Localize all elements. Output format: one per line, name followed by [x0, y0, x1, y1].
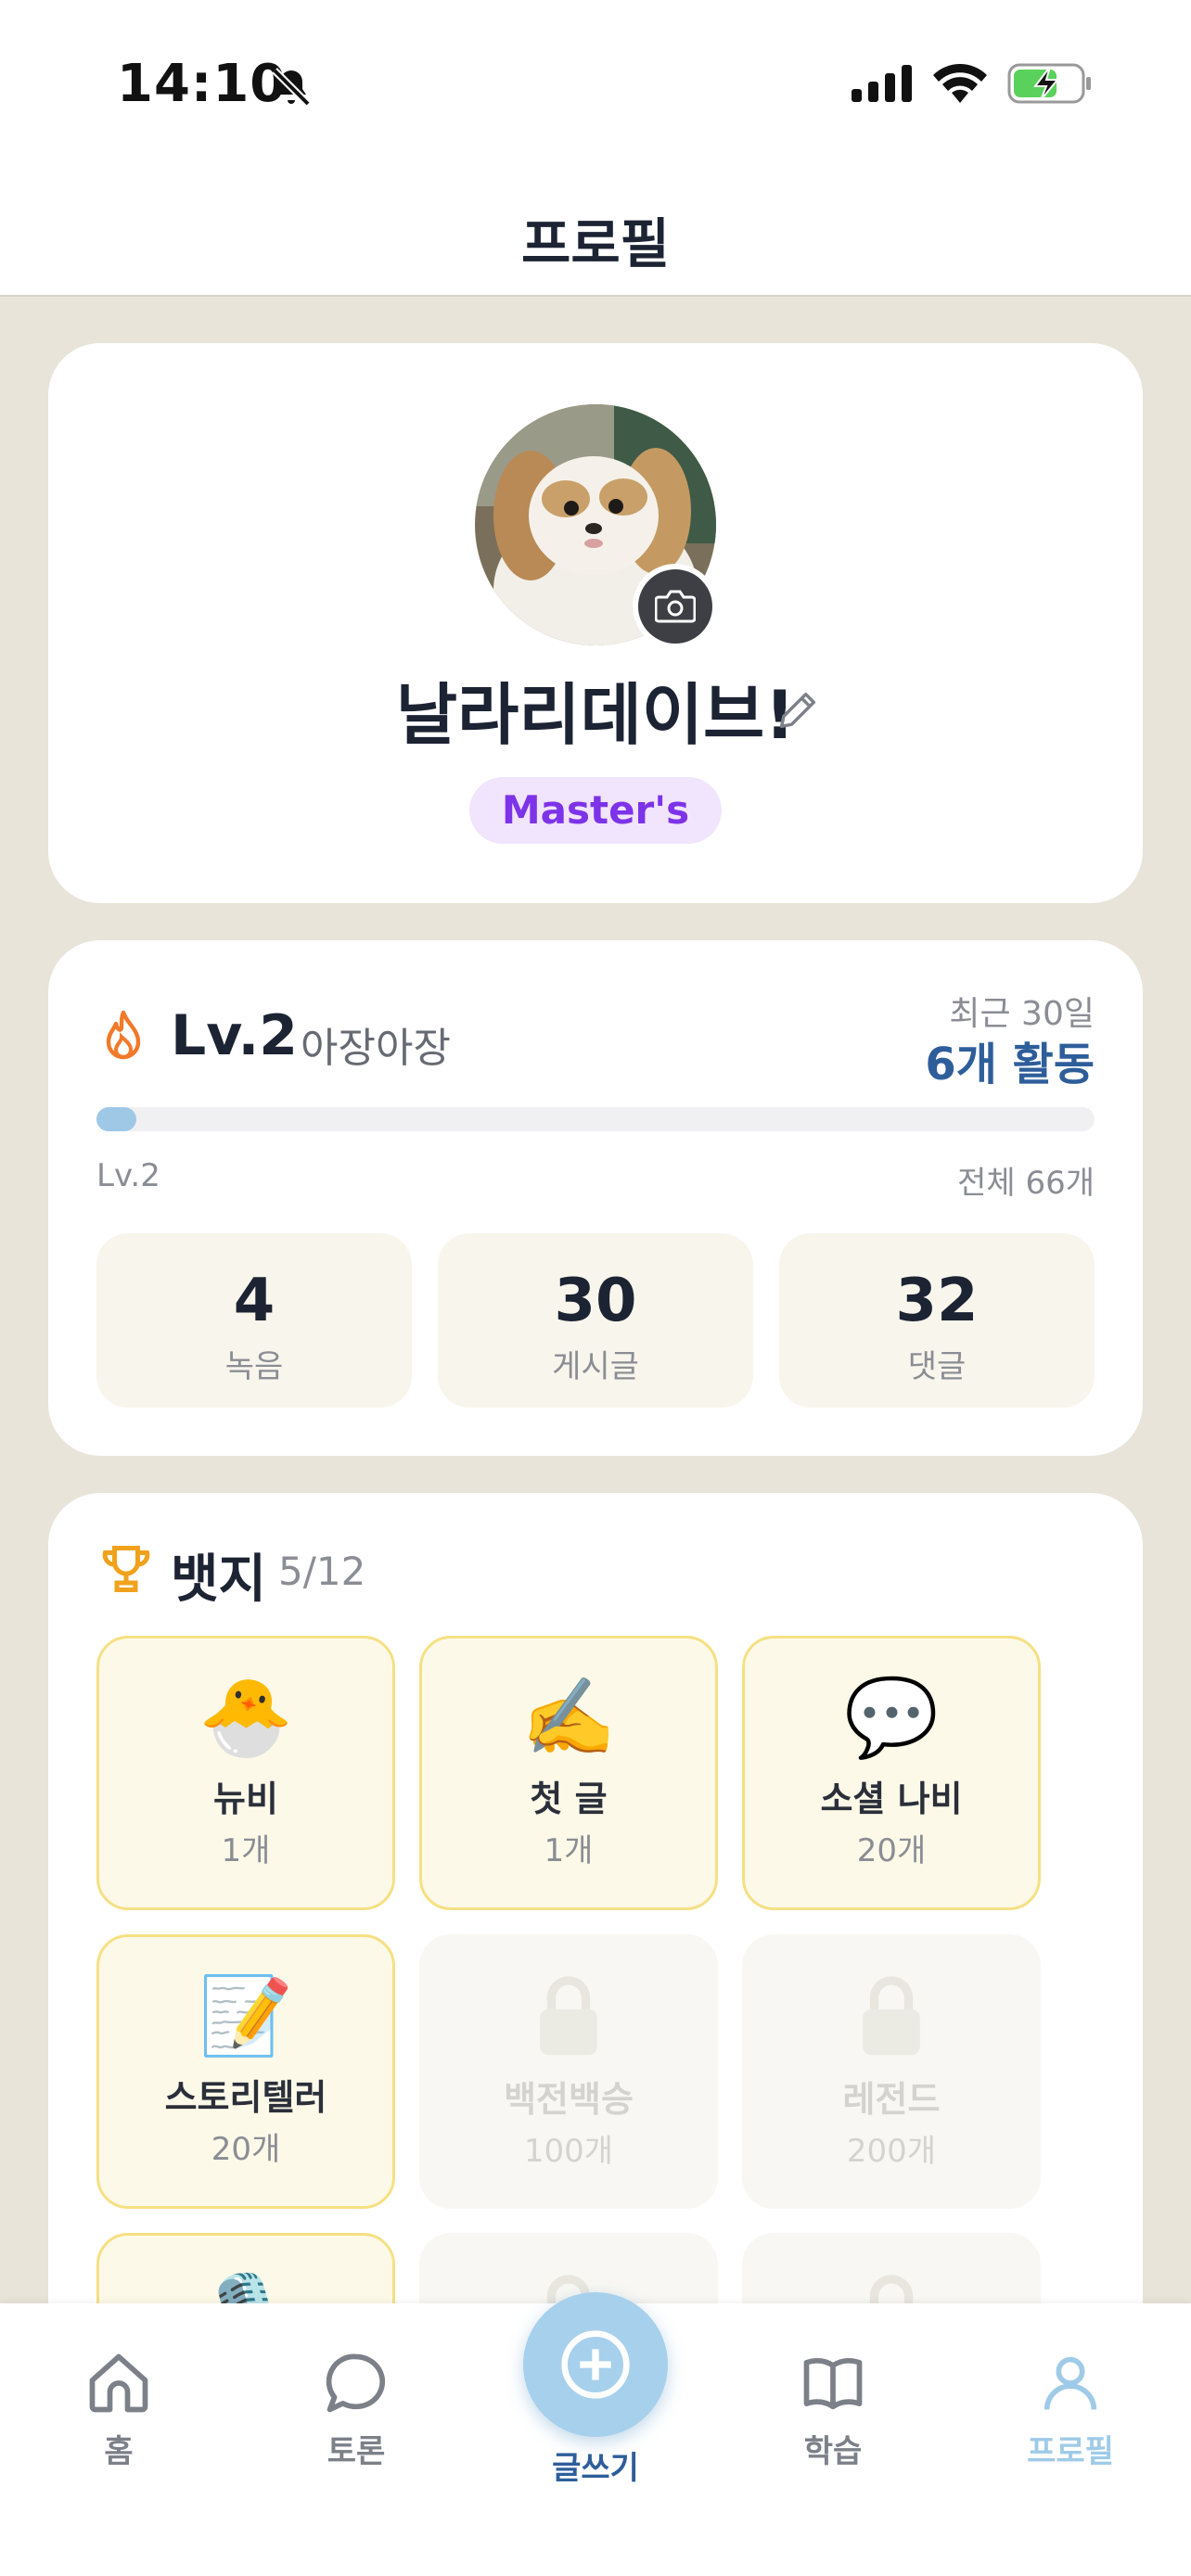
stat-label: 댓글: [907, 1348, 967, 1385]
camera-icon: [655, 590, 696, 623]
stat-value: 4: [233, 1267, 275, 1335]
total-activity: 전체 66개: [957, 1165, 1095, 1202]
badge-requirement: 200개: [846, 2133, 937, 2170]
stat-comments[interactable]: 32 댓글: [779, 1233, 1095, 1408]
badges-count: 5/12: [278, 1549, 366, 1594]
write-button[interactable]: [523, 2292, 668, 2437]
stat-value: 30: [554, 1267, 637, 1335]
change-photo-button[interactable]: [633, 564, 718, 649]
signal-icon: [852, 65, 912, 102]
tab-home[interactable]: 홈: [45, 2348, 193, 2471]
level-title: 아장아장: [301, 1025, 451, 1072]
edit-nickname-icon[interactable]: [774, 686, 822, 734]
tab-learn[interactable]: 학습: [759, 2348, 907, 2471]
badge-requirement: 1개: [221, 1832, 271, 1869]
badge-requirement: 100개: [523, 2133, 614, 2170]
stat-recordings[interactable]: 4 녹음: [96, 1233, 412, 1408]
tab-profile[interactable]: 프로필: [996, 2348, 1145, 2471]
wifi-icon: [933, 64, 987, 103]
lock-icon: [540, 1976, 597, 2056]
battery-charging-icon: [1007, 63, 1091, 104]
page-title: 프로필: [520, 212, 671, 275]
page-header: 프로필: [0, 176, 1191, 297]
badge-requirement: 1개: [544, 1832, 594, 1869]
profile-nickname: 날라리데이브!: [395, 676, 796, 754]
recent-activity-count: 6개 활동: [925, 1039, 1095, 1090]
tab-profile-label: 프로필: [1027, 2433, 1114, 2470]
badge-item[interactable]: 📝 스토리텔러 20개: [96, 1934, 395, 2209]
badge-requirement: 20개: [211, 2131, 281, 2168]
lock-icon: [863, 1976, 920, 2056]
badge-item[interactable]: 🐣 뉴비 1개: [96, 1636, 395, 1910]
tab-discuss-label: 토론: [327, 2433, 386, 2470]
status-time: 14:10: [117, 54, 288, 114]
badges-title: 뱃지: [171, 1549, 267, 1610]
level-progress-fill: [96, 1107, 137, 1131]
level-progress-bar: [96, 1107, 1095, 1131]
badge-name: 백전백승: [504, 2079, 634, 2120]
write-button-label: 글쓰기: [552, 2450, 639, 2487]
level-card: Lv.2 아장아장 최근 30일 6개 활동 Lv.2 전체 66개 4 녹음 …: [48, 940, 1143, 1456]
plus-circle-icon: [561, 2330, 630, 2399]
stat-value: 32: [895, 1267, 979, 1335]
badge-emoji: 📝: [198, 1972, 294, 2060]
badge-name: 소셜 나비: [820, 1779, 963, 1819]
role-badge: Master's: [469, 777, 722, 844]
badge-name: 레전드: [842, 2079, 941, 2120]
tab-discuss[interactable]: 토론: [282, 2348, 430, 2471]
badge-name: 첫 글: [530, 1779, 608, 1819]
flame-icon: [106, 1010, 141, 1060]
stat-posts[interactable]: 30 게시글: [438, 1233, 753, 1408]
level-caption: Lv.2: [96, 1157, 160, 1194]
profile-card: 날라리데이브! Master's: [48, 343, 1143, 903]
badge-item[interactable]: ✍️ 첫 글 1개: [419, 1636, 718, 1910]
home-icon: [89, 2353, 148, 2413]
tab-home-label: 홈: [104, 2433, 134, 2470]
badge-name: 뉴비: [213, 1779, 278, 1819]
level-label: Lv.2: [171, 1003, 298, 1068]
status-icons: [852, 63, 1093, 104]
trophy-icon: [102, 1546, 150, 1592]
bell-off-icon: [272, 68, 311, 107]
chat-bubble-icon: [326, 2353, 386, 2413]
tab-learn-label: 학습: [803, 2433, 863, 2470]
badge-requirement: 20개: [856, 1832, 927, 1869]
stat-label: 게시글: [552, 1348, 639, 1385]
badge-name: 스토리텔러: [164, 2077, 327, 2118]
badge-emoji: 🐣: [198, 1674, 294, 1762]
stat-label: 녹음: [224, 1348, 284, 1385]
badge-emoji: ✍️: [520, 1674, 617, 1762]
badge-item[interactable]: 레전드 200개: [742, 1934, 1041, 2209]
book-icon: [803, 2357, 863, 2410]
person-icon: [1044, 2356, 1097, 2410]
status-bar: 14:10: [0, 0, 1191, 176]
badge-item[interactable]: 💬 소셜 나비 20개: [742, 1636, 1041, 1910]
badge-emoji: 💬: [843, 1674, 940, 1762]
badge-item[interactable]: 백전백승 100개: [419, 1934, 718, 2209]
